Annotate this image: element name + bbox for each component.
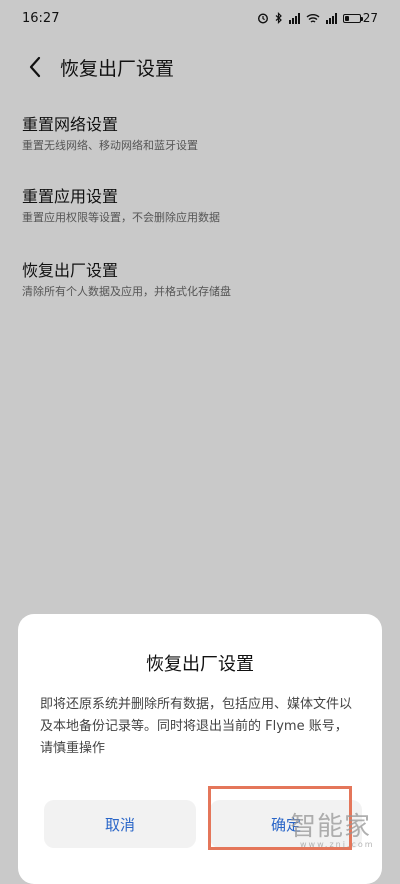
- battery-level: 27: [362, 11, 378, 25]
- setting-description: 重置无线网络、移动网络和蓝牙设置: [22, 139, 198, 152]
- watermark: 智能家: [290, 812, 372, 842]
- setting-description: 清除所有个人数据及应用，并格式化存储盘: [22, 285, 231, 298]
- signal-icon: [288, 12, 300, 24]
- dialog-message: 即将还原系统并删除所有数据，包括应用、媒体文件以及本地备份记录等。同时将退出当前…: [40, 697, 353, 756]
- status-time: 16:27: [22, 10, 60, 26]
- back-button[interactable]: [12, 44, 58, 90]
- battery-icon: 27: [342, 11, 378, 25]
- setting-item-reset-apps[interactable]: 重置应用设置 重置应用权限等设置，不会删除应用数据: [22, 186, 378, 226]
- setting-item-reset-network[interactable]: 重置网络设置 重置无线网络、移动网络和蓝牙设置: [22, 114, 378, 154]
- watermark-url: www.znj.com: [300, 840, 375, 849]
- setting-title: 恢复出厂设置: [22, 261, 119, 280]
- status-icons: 27: [257, 11, 378, 25]
- wifi-icon: [306, 13, 320, 23]
- setting-title: 重置应用设置: [22, 187, 119, 206]
- chevron-left-icon: [29, 56, 41, 78]
- setting-item-factory-reset[interactable]: 恢复出厂设置 清除所有个人数据及应用，并格式化存储盘: [22, 260, 378, 300]
- dialog-title: 恢复出厂设置: [146, 654, 254, 675]
- page-header: 恢复出厂设置: [0, 44, 400, 90]
- status-bar: 16:27 27: [0, 0, 400, 36]
- page-title: 恢复出厂设置: [60, 57, 175, 80]
- setting-description: 重置应用权限等设置，不会删除应用数据: [22, 211, 220, 224]
- cancel-button[interactable]: 取消: [44, 800, 196, 848]
- bluetooth-icon: [275, 12, 282, 24]
- signal-icon-2: [325, 12, 337, 24]
- alarm-icon: [257, 13, 268, 24]
- setting-title: 重置网络设置: [22, 115, 119, 134]
